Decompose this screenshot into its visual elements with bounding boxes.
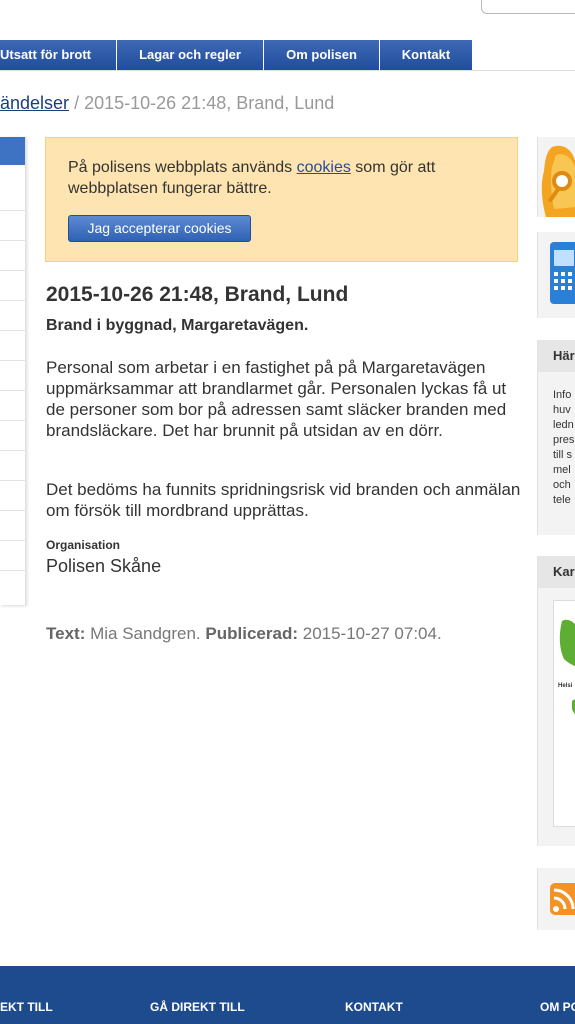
nav-divider	[0, 70, 575, 71]
left-subnav-item[interactable]	[0, 301, 25, 331]
rss-icon	[550, 883, 575, 915]
map-image[interactable]: Helsi	[553, 600, 575, 827]
text-label: Text:	[46, 624, 86, 643]
nav-item-om-polisen[interactable]: Om polisen	[264, 40, 380, 70]
breadcrumb-separator: /	[74, 93, 80, 113]
right-promo-1[interactable]	[537, 137, 575, 217]
info-line: till s	[553, 449, 572, 461]
info-line: ledn	[553, 419, 574, 431]
info-box-title: Här	[538, 340, 575, 372]
left-subnav-item[interactable]	[0, 541, 25, 571]
left-subnav-item[interactable]	[0, 165, 25, 211]
mobile-phone-icon	[550, 242, 575, 304]
article-paragraph: Personal som arbetar i en fastighet på p…	[46, 358, 507, 440]
article-subtitle: Brand i byggnad, Margaretavägen.	[46, 317, 309, 334]
left-subnav	[0, 137, 26, 605]
footer-link-ga-direkt-till[interactable]: GÅ DIREKT TILL	[150, 1000, 245, 1014]
info-line: mel	[553, 464, 571, 476]
info-line: tele	[553, 494, 571, 506]
cookie-notice: På polisens webbplats används cookies so…	[45, 137, 518, 262]
right-promo-2[interactable]	[537, 232, 575, 318]
right-info-box: Här Info huv ledn pres till s mel och te…	[537, 340, 575, 535]
article-title: 2015-10-26 21:48, Brand, Lund	[46, 283, 349, 306]
left-subnav-item[interactable]	[0, 421, 25, 451]
nav-item-kontakt[interactable]: Kontakt	[380, 40, 473, 70]
organisation-value: Polisen Skåne	[46, 556, 162, 576]
left-subnav-item[interactable]	[0, 211, 25, 241]
info-line: och	[553, 479, 571, 491]
left-subnav-item[interactable]	[0, 331, 25, 361]
footer-link-direkt-till[interactable]: EKT TILL	[0, 1000, 53, 1014]
search-promo-icon	[541, 145, 575, 217]
left-subnav-item[interactable]	[0, 391, 25, 421]
footer-link-om-polisen[interactable]: OM PO	[540, 1000, 575, 1014]
left-subnav-item[interactable]	[0, 511, 25, 541]
breadcrumb: ändelser / 2015-10-26 21:48, Brand, Lund	[0, 93, 334, 114]
published-label: Publicerad:	[205, 624, 298, 643]
cookies-link[interactable]: cookies	[297, 159, 351, 176]
footer-link-kontakt[interactable]: KONTAKT	[345, 1000, 403, 1014]
left-subnav-item[interactable]	[0, 451, 25, 481]
right-map-box[interactable]: Kar Helsi	[537, 556, 575, 846]
breadcrumb-current: 2015-10-26 21:48, Brand, Lund	[84, 93, 335, 113]
map-icon	[559, 619, 575, 715]
map-box-title: Kar	[538, 556, 575, 588]
info-box-text: Info huv ledn pres till s mel och tele	[538, 372, 575, 508]
article-credits: Text: Mia Sandgren. Publicerad: 2015-10-…	[46, 624, 442, 644]
nav-item-utsatt-for-brott[interactable]: Utsatt för brott	[0, 40, 117, 70]
left-subnav-item[interactable]	[0, 481, 25, 511]
header-bar	[0, 0, 575, 40]
info-line: Info	[553, 389, 572, 401]
left-subnav-item[interactable]	[0, 271, 25, 301]
cookie-text-before: På polisens webbplats används	[68, 159, 297, 176]
breadcrumb-link[interactable]: ändelser	[0, 93, 69, 113]
author-name: Mia Sandgren.	[90, 624, 201, 643]
info-line: pres	[553, 434, 575, 446]
left-subnav-item[interactable]	[0, 241, 25, 271]
left-subnav-header	[0, 137, 25, 165]
article-paragraph: Det bedöms ha funnits spridningsrisk vid…	[46, 480, 521, 520]
info-line: huv	[553, 404, 571, 416]
accept-cookies-button[interactable]: Jag accepterar cookies	[68, 215, 251, 242]
cookie-notice-text: På polisens webbplats används cookies so…	[68, 157, 508, 199]
search-input[interactable]	[481, 0, 575, 14]
footer	[0, 966, 575, 1024]
left-subnav-item[interactable]	[0, 361, 25, 391]
right-rss-box[interactable]	[537, 868, 575, 930]
nav-item-lagar-och-regler[interactable]: Lagar och regler	[117, 40, 264, 70]
map-label: Helsi	[558, 683, 573, 689]
published-date: 2015-10-27 07:04.	[302, 624, 442, 643]
organisation-label: Organisation	[46, 538, 121, 552]
